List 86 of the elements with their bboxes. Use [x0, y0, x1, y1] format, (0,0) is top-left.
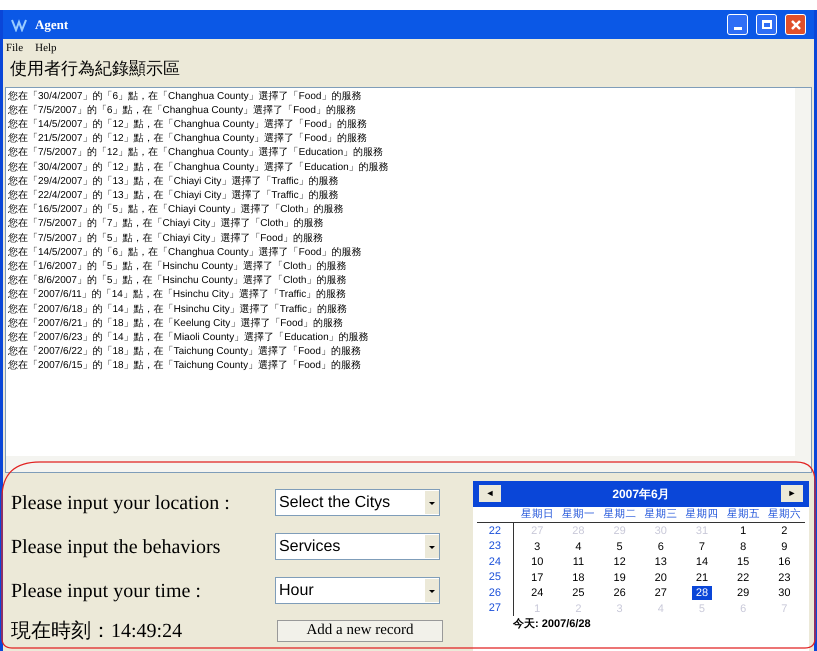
add-record-button[interactable]: Add a new record [277, 620, 443, 642]
calendar-day[interactable]: 12 [609, 555, 630, 569]
menu-item[interactable]: File [6, 40, 24, 56]
menu-item[interactable]: Help [35, 40, 57, 56]
calendar-day[interactable]: 9 [777, 540, 792, 554]
week-number: 22 [488, 524, 502, 539]
calendar-day[interactable]: 20 [650, 570, 671, 584]
log-line: 您在「2007/6/11」的「14」點，在「Hsinchu City」選擇了「Traffic」的服務 [8, 288, 346, 302]
section-heading: 使用者行為紀錄顯示區 [9, 58, 181, 80]
calendar-day[interactable]: 23 [774, 570, 794, 584]
today-label: 今天: 2007/6/28 [513, 617, 591, 632]
dropdown[interactable]: Hour [275, 577, 440, 604]
field-label: Please input your location : [11, 490, 231, 516]
log-line: 您在「7/5/2007」的「5」點，在「Chiayi City」選擇了「Food」的服務 [8, 232, 324, 246]
log-line: 您在「14/5/2007」的「6」點，在「Changhua County」選擇了「Food」的服務 [8, 246, 362, 260]
week-number: 26 [488, 586, 502, 601]
log-line: 您在「1/6/2007」的「5」點，在「Hsinchu County」選擇了「Cloth」的服務 [8, 260, 346, 274]
calendar-day[interactable]: 6 [654, 540, 668, 554]
field-label: Please input your time : [11, 578, 202, 604]
app-icon [11, 18, 27, 32]
log-line: 您在「2007/6/21」的「18」點，在「Keelung City」選擇了「Food」的服務 [8, 316, 344, 331]
log-line: 您在「29/4/2007」的「13」點，在「Chiayi City」選擇了「Traffic」的服務 [8, 174, 339, 189]
log-line: 您在「2007/6/23」的「14」點，在「Miaoli County」選擇了「Education」的服務 [8, 330, 369, 345]
clock-text: 現在時刻：14:49:24 [11, 618, 184, 644]
vertical-scrollbar[interactable] [795, 88, 811, 456]
calendar-day[interactable]: 2 [777, 524, 792, 538]
weekday-header: 星期三 [643, 506, 678, 522]
calendar-day[interactable]: 30 [774, 586, 794, 600]
next-month-button[interactable]: ► [781, 485, 803, 502]
calendar-day[interactable]: 10 [527, 555, 548, 569]
calendar-day[interactable]: 13 [650, 555, 671, 569]
week-number: 23 [488, 539, 502, 554]
log-line: 您在「2007/6/22」的「18」點，在「Taichung County」選擇了「Food」的服務 [8, 345, 361, 360]
log-line: 您在「2007/6/18」的「14」點，在「Hsinchu City」選擇了「Traffic」的服務 [8, 302, 347, 317]
weekday-header: 星期二 [602, 506, 638, 522]
weekday-header: 星期日 [520, 506, 556, 522]
log-line: 您在「22/4/2007」的「13」點，在「Chiayi City」選擇了「Traffic」的服務 [8, 188, 339, 203]
calendar-day[interactable]: 24 [527, 586, 548, 600]
log-line: 您在「16/5/2007」的「5」點，在「Chiayi County」選擇了「Cloth」的服務 [8, 203, 344, 218]
log-line: 您在「14/5/2007」的「12」點，在「Changhua County」選擇了「Food」的服務 [8, 118, 368, 132]
calendar-day[interactable]: 17 [527, 570, 548, 584]
calendar-day[interactable]: 29 [733, 586, 754, 600]
weekday-header: 星期六 [766, 506, 802, 522]
log-line: 您在「2007/6/15」的「18」點，在「Taichung County」選擇了「Food」的服務 [8, 359, 361, 374]
calendar-day[interactable]: 21 [692, 570, 712, 584]
dropdown[interactable]: Select the Citys [275, 489, 440, 516]
calendar-day[interactable]: 18 [568, 570, 589, 584]
calendar-day[interactable]: 7 [694, 540, 710, 554]
week-number: 25 [488, 570, 502, 586]
dropdown[interactable]: Services [275, 533, 440, 560]
week-number: 27 [488, 601, 502, 616]
calendar-day[interactable]: 5 [612, 540, 627, 554]
log-line: 您在「7/5/2007」的「12」點，在「Changhua County」選擇了「Education」的服務 [8, 146, 384, 160]
calendar-day[interactable]: 4 [571, 540, 586, 554]
field-label: Please input the behaviors [11, 534, 222, 560]
calendar-day[interactable]: 3 [530, 540, 544, 554]
close-button[interactable] [785, 14, 806, 35]
calendar-day[interactable]: 22 [733, 570, 754, 584]
calendar-day[interactable]: 25 [568, 586, 589, 600]
log-line: 您在「8/6/2007」的「5」點，在「Hsinchu County」選擇了「Cloth」的服務 [8, 274, 346, 288]
log-line: 您在「30/4/2007」的「12」點，在「Changhua County」選擇了「Education」的服務 [8, 160, 389, 175]
minimize-button[interactable] [727, 14, 748, 35]
calendar-day[interactable]: 15 [733, 555, 754, 569]
horizontal-scrollbar[interactable] [6, 456, 811, 472]
window-title: Agent [35, 16, 68, 34]
previous-month-button[interactable]: ◄ [479, 485, 501, 502]
log-line: 您在「7/5/2007」的「7」點，在「Chiayi City」選擇了「Cloth」的服務 [8, 217, 324, 232]
calendar-day[interactable]: 11 [568, 555, 588, 569]
calendar-day[interactable]: 28 [692, 586, 712, 600]
log-line: 您在「30/4/2007」的「6」點，在「Changhua County」選擇了「Food」的服務 [8, 90, 362, 104]
calendar-day[interactable]: 8 [736, 540, 750, 554]
weekday-header: 星期四 [684, 506, 720, 522]
maximize-button[interactable] [756, 14, 777, 35]
calendar-day[interactable]: 27 [650, 586, 671, 600]
calendar-day[interactable]: 14 [692, 555, 712, 569]
calendar-day[interactable]: 16 [774, 555, 794, 569]
weekday-header: 星期一 [561, 506, 596, 522]
calendar-day[interactable]: 19 [609, 570, 630, 584]
week-number: 24 [488, 554, 502, 570]
calendar-day[interactable]: 1 [736, 524, 750, 538]
log-line: 您在「7/5/2007」的「6」點，在「Changhua County」選擇了「Food」的服務 [8, 104, 356, 118]
log-line: 您在「21/5/2007」的「12」點，在「Changhua County」選擇了「Food」的服務 [8, 132, 368, 146]
calendar-day[interactable]: 26 [609, 586, 630, 600]
weekday-header: 星期五 [726, 506, 761, 522]
calendar-title: 2007年6月 [612, 486, 670, 502]
close-icon [790, 20, 800, 30]
